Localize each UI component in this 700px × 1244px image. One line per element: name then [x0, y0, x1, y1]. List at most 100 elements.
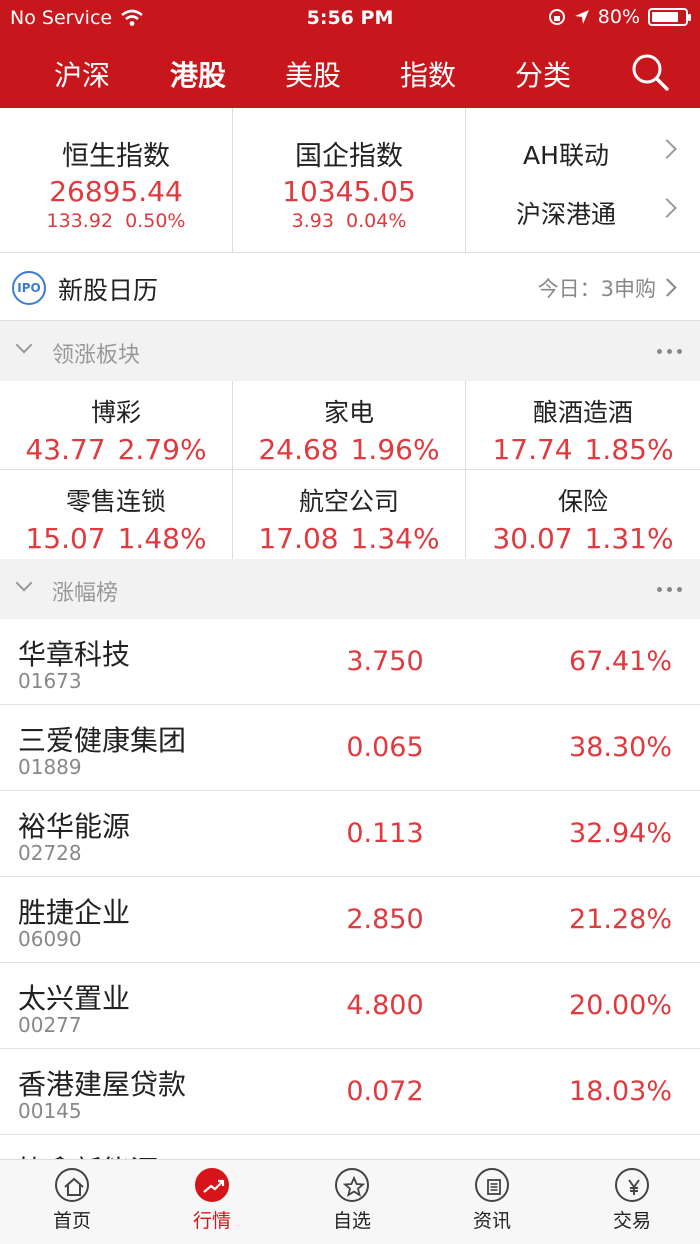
sector-pct: 1.31%: [584, 522, 674, 555]
stock-name: 华章科技: [18, 638, 131, 671]
section-title: 涨幅榜: [52, 581, 119, 606]
nav-home[interactable]: 首页: [2, 1168, 142, 1233]
sector-grid: 博彩 43.77 2.79% 家电 24.68 1.96% 酿酒造酒 17.74 1.…: [0, 381, 700, 559]
sectors-section-header[interactable]: 领涨板块: [0, 321, 700, 381]
stock-change-pct: 32.94%: [569, 818, 672, 849]
stock-price: 3.750: [346, 646, 424, 677]
sector-cell[interactable]: 家电 24.68 1.96%: [233, 381, 466, 470]
sector-name: 博彩: [90, 398, 141, 427]
stock-code: 00145: [18, 1099, 82, 1123]
stock-connect-label: 沪深港通: [515, 200, 616, 229]
gainers-section-header[interactable]: 涨幅榜: [0, 559, 700, 619]
stock-price: 4.800: [346, 990, 424, 1021]
sector-name: 零售连锁: [65, 487, 166, 516]
nav-news[interactable]: 资讯: [422, 1168, 562, 1233]
sector-cell[interactable]: 航空公司 17.08 1.34%: [233, 470, 466, 559]
index-change-pct: 0.04%: [346, 210, 407, 232]
sector-cell[interactable]: 零售连锁 15.07 1.48%: [0, 470, 233, 559]
sector-price: 24.68: [258, 433, 339, 466]
sector-cell[interactable]: 保险 30.07 1.31%: [466, 470, 700, 559]
star-icon: [335, 1168, 369, 1202]
stock-code: 00277: [18, 1013, 82, 1037]
tab-indices[interactable]: 指数: [373, 54, 483, 94]
nav-trade[interactable]: 交易: [562, 1168, 700, 1233]
table-row[interactable]: 胜捷企业 06090 2.850 21.28%: [0, 877, 700, 963]
index-value: 10345.05: [282, 175, 416, 208]
chevron-right-icon: [658, 278, 677, 297]
location-icon: [574, 10, 589, 24]
sector-price: 15.07: [25, 522, 106, 555]
tab-categories[interactable]: 分类: [488, 54, 598, 94]
nav-label: 行情: [192, 1210, 231, 1232]
sector-name: 航空公司: [298, 487, 399, 516]
quick-links: AH联动 沪深港通: [466, 108, 700, 253]
ah-link-item[interactable]: AH联动: [466, 126, 700, 176]
section-title: 领涨板块: [52, 343, 141, 368]
tab-us-stocks[interactable]: 美股: [258, 54, 368, 94]
stock-price: 2.850: [346, 904, 424, 935]
sector-name: 酿酒造酒: [532, 398, 633, 427]
stock-name: 三爱健康集团: [18, 724, 187, 757]
gainers-list: 华章科技 01673 3.750 67.41% 三爱健康集团 01889 0.0…: [0, 619, 700, 1159]
sector-name: 家电: [323, 398, 374, 427]
more-icon[interactable]: [657, 587, 682, 592]
stock-code: 01673: [18, 669, 82, 693]
table-row[interactable]: 三爱健康集团 01889 0.065 38.30%: [0, 705, 700, 791]
sector-pct: 1.48%: [117, 522, 207, 555]
sector-name: 保险: [557, 487, 608, 516]
home-icon: [55, 1168, 89, 1202]
orientation-lock-icon: [548, 9, 565, 25]
stock-code: 01889: [18, 755, 82, 779]
sector-pct: 1.34%: [350, 522, 440, 555]
battery-icon: [648, 8, 691, 26]
table-row[interactable]: 华章科技 01673 3.750 67.41%: [0, 619, 700, 705]
ipo-calendar-row[interactable]: IPO 新股日历 今日：3申购: [0, 253, 700, 321]
table-row[interactable]: 香港建屋贷款 00145 0.072 18.03%: [0, 1049, 700, 1135]
sector-pct: 1.96%: [350, 433, 440, 466]
stock-name: 协鑫新能源: [18, 1149, 158, 1159]
index-change-points: 3.93: [291, 210, 334, 232]
stock-change-pct: 18.03%: [569, 1076, 672, 1107]
bottom-tab-bar: 首页 行情 自选 资讯 交易: [0, 1159, 700, 1244]
stock-price: 0.113: [346, 818, 424, 849]
nav-watchlist[interactable]: 自选: [282, 1168, 422, 1233]
sector-price: 43.77: [25, 433, 106, 466]
tab-shanghai-shenzhen[interactable]: 沪深: [27, 54, 137, 94]
yen-icon: [615, 1168, 649, 1202]
nav-market[interactable]: 行情: [142, 1168, 282, 1233]
stock-code: 02728: [18, 841, 82, 865]
stock-name: 香港建屋贷款: [18, 1068, 187, 1101]
ah-link-label: AH联动: [523, 141, 609, 170]
table-row[interactable]: 裕华能源 02728 0.113 32.94%: [0, 791, 700, 877]
sector-price: 17.08: [258, 522, 339, 555]
status-bar: No Service 5:56 PM 80%: [0, 0, 700, 36]
search-icon[interactable]: [630, 52, 670, 92]
chevron-down-icon: [15, 336, 33, 354]
battery-percent: 80%: [597, 6, 640, 28]
tab-hk-stocks[interactable]: 港股: [143, 54, 253, 112]
sector-pct: 1.85%: [584, 433, 674, 466]
sector-cell[interactable]: 博彩 43.77 2.79%: [0, 381, 233, 470]
stock-change-pct: 20.00%: [569, 990, 672, 1021]
index-card-hscei[interactable]: 国企指数 10345.05 3.93 0.04%: [233, 108, 466, 253]
index-change: 133.92 0.50%: [0, 210, 232, 232]
stock-change-pct: 21.28%: [569, 904, 672, 935]
stock-name: 太兴置业: [18, 982, 131, 1015]
more-icon[interactable]: [657, 349, 682, 354]
market-tabs: 沪深 港股 美股 指数 分类: [0, 36, 700, 112]
nav-label: 资讯: [472, 1210, 511, 1232]
sector-price: 17.74: [492, 433, 573, 466]
index-change-points: 133.92: [46, 210, 114, 232]
sector-price: 30.07: [492, 522, 573, 555]
stock-connect-item[interactable]: 沪深港通: [466, 185, 700, 235]
index-name: 国企指数: [295, 141, 403, 172]
index-card-hsi[interactable]: 恒生指数 26895.44 133.92 0.50%: [0, 108, 233, 253]
index-value: 26895.44: [49, 175, 183, 208]
nav-label: 交易: [612, 1210, 651, 1232]
sector-cell[interactable]: 酿酒造酒 17.74 1.85%: [466, 381, 700, 470]
chevron-down-icon: [15, 574, 33, 592]
stock-price: 0.072: [346, 1076, 424, 1107]
table-row[interactable]: 太兴置业 00277 4.800 20.00%: [0, 963, 700, 1049]
table-row[interactable]: 协鑫新能源: [0, 1135, 700, 1159]
stock-price: 0.065: [346, 732, 424, 763]
